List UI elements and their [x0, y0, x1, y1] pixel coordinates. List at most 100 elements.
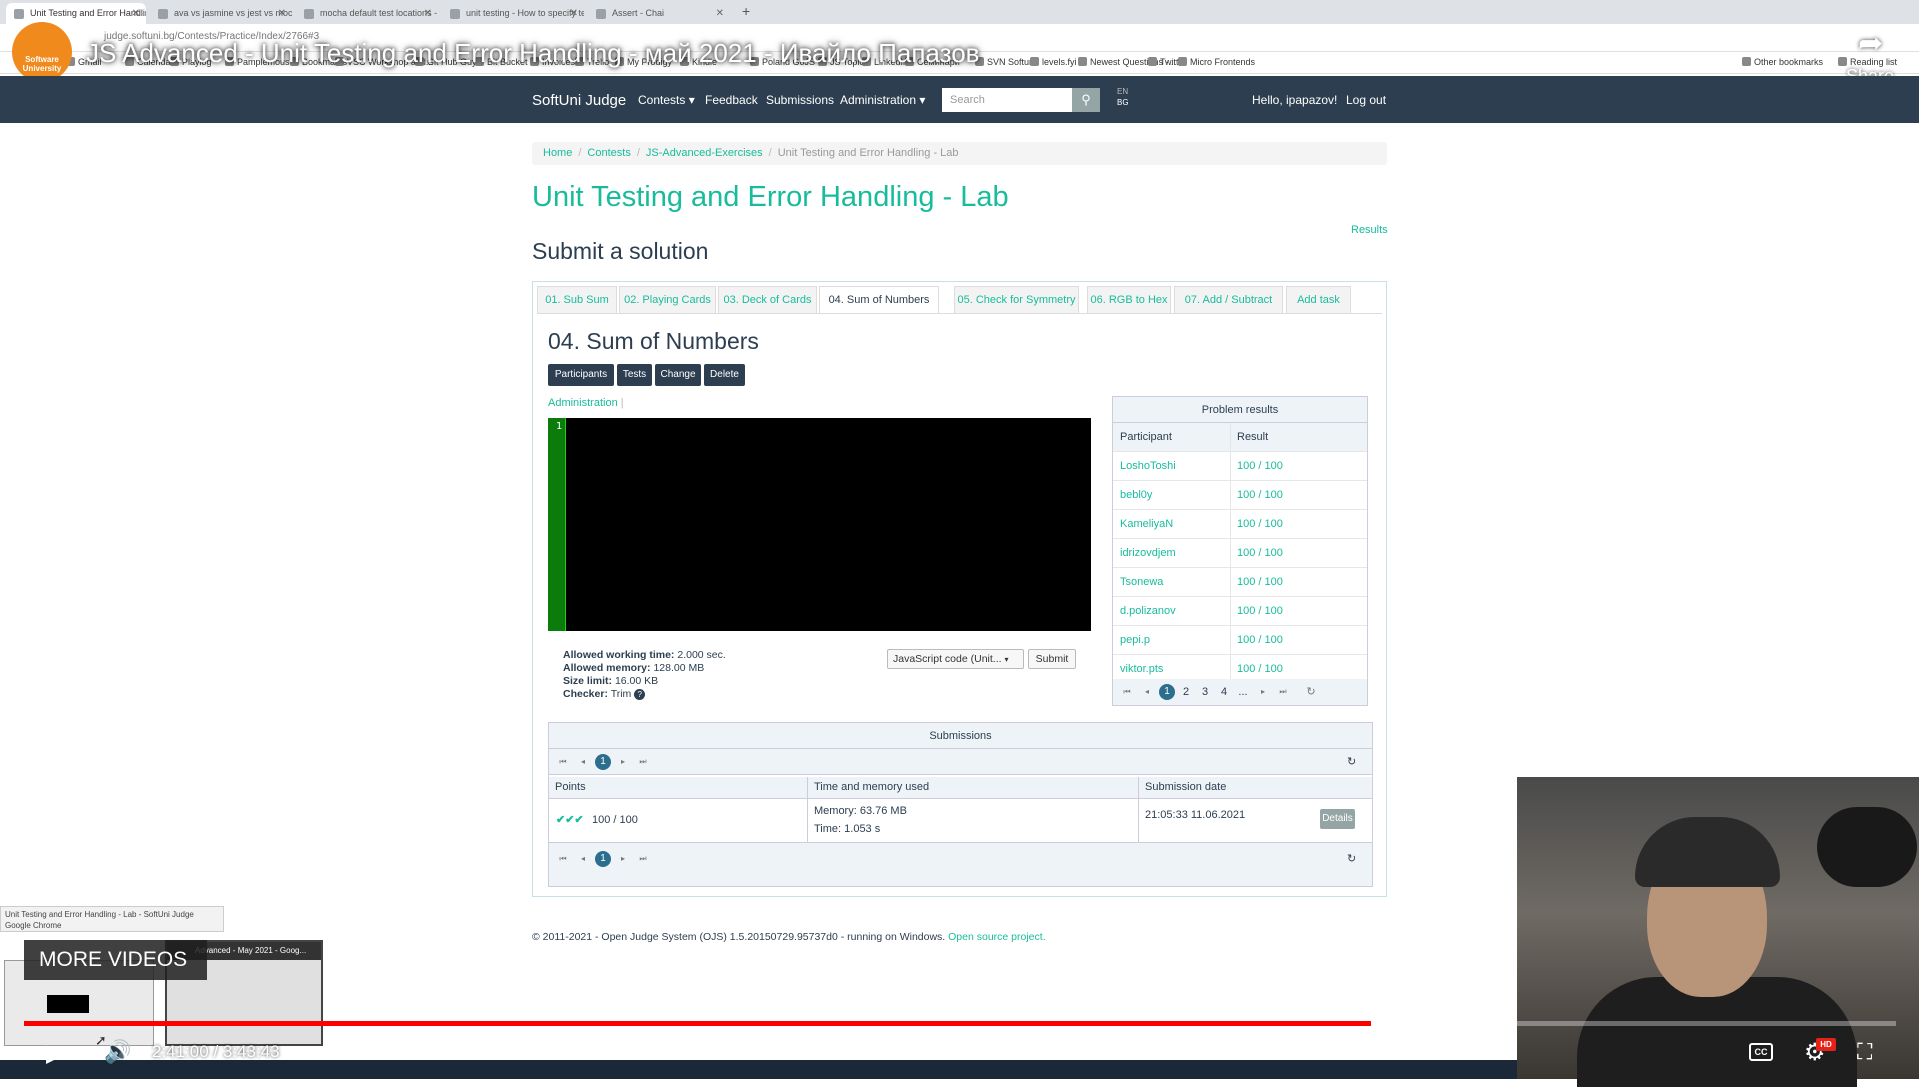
next-page-icon[interactable]: ▸	[615, 754, 631, 770]
language-select[interactable]: JavaScript code (Unit... ▾	[887, 649, 1024, 669]
submission-points: 100 / 100	[592, 814, 638, 826]
page-2[interactable]: 2	[1178, 684, 1194, 700]
search-input[interactable]	[942, 88, 1072, 112]
result-link[interactable]: 100 / 100	[1237, 489, 1283, 501]
page-4[interactable]: 4	[1216, 684, 1232, 700]
participants-button[interactable]: Participants	[548, 364, 614, 386]
lang-bg[interactable]: BG	[1117, 98, 1129, 107]
bookmark-link[interactable]: Other bookmarks	[1742, 57, 1823, 67]
breadcrumb-home[interactable]: Home	[543, 147, 572, 159]
table-row: bebl0y 100 / 100	[1113, 481, 1367, 510]
browser-tab[interactable]: Assert - Chai ✕	[588, 3, 730, 24]
logout-link[interactable]: Log out	[1346, 93, 1386, 107]
next-page-icon[interactable]: ▸	[1255, 684, 1271, 700]
first-page-icon[interactable]: ⏮	[555, 754, 571, 770]
result-link[interactable]: 100 / 100	[1237, 605, 1283, 617]
participant-link[interactable]: Tsonewa	[1120, 576, 1163, 588]
breadcrumb-contests[interactable]: Contests	[587, 147, 630, 159]
close-icon[interactable]: ✕	[132, 3, 140, 24]
participant-link[interactable]: KameliyaN	[1120, 518, 1173, 530]
participant-link[interactable]: d.polizanov	[1120, 605, 1176, 617]
prev-page-icon[interactable]: ◂	[575, 754, 591, 770]
tab-playing-cards[interactable]: 02. Playing Cards	[619, 286, 716, 313]
details-button[interactable]: Details	[1320, 809, 1355, 829]
administration-link[interactable]: Administration	[548, 397, 624, 409]
result-link[interactable]: 100 / 100	[1237, 663, 1283, 675]
delete-button[interactable]: Delete	[704, 364, 745, 386]
channel-logo[interactable]: Software University	[12, 22, 72, 82]
browser-tab[interactable]: Unit Testing and Error Handling ✕	[6, 3, 146, 24]
search-button[interactable]: ⚲	[1072, 88, 1100, 112]
nav-feedback[interactable]: Feedback	[705, 93, 758, 107]
thumbnail-tooltip: Unit Testing and Error Handling - Lab - …	[0, 906, 224, 932]
participant-link[interactable]: pepi.p	[1120, 634, 1150, 646]
page-ellipsis[interactable]: ...	[1235, 684, 1251, 700]
nav-submissions[interactable]: Submissions	[766, 93, 834, 107]
nav-contests[interactable]: Contests ▾	[638, 93, 695, 107]
code-editor[interactable]: 1	[548, 418, 1091, 631]
tab-deck-of-cards[interactable]: 03. Deck of Cards	[718, 286, 817, 313]
volume-icon[interactable]: 🔊	[104, 1039, 131, 1065]
tab-add-subtract[interactable]: 07. Add / Subtract	[1174, 286, 1283, 313]
nav-administration[interactable]: Administration ▾	[840, 93, 925, 107]
exit-fullscreen-icon[interactable]: ⛶	[1857, 1039, 1872, 1065]
first-page-icon[interactable]: ⏮	[555, 851, 571, 867]
participant-link[interactable]: bebl0y	[1120, 489, 1152, 501]
tab-rgb-to-hex[interactable]: 06. RGB to Hex	[1087, 286, 1171, 313]
browser-tab[interactable]: mocha default test locations - G ✕	[296, 3, 438, 24]
play-icon[interactable]: ▶	[46, 1039, 64, 1068]
user-greeting[interactable]: Hello, ipapazov!	[1252, 93, 1337, 107]
prev-page-icon[interactable]: ◂	[1139, 684, 1155, 700]
refresh-icon[interactable]: ↻	[1303, 684, 1319, 700]
first-page-icon[interactable]: ⏮	[1119, 684, 1135, 700]
tab-sub-sum[interactable]: 01. Sub Sum	[537, 286, 617, 313]
result-link[interactable]: 100 / 100	[1237, 576, 1283, 588]
tests-button[interactable]: Tests	[617, 364, 652, 386]
bookmark-link[interactable]: Micro Frontends	[1178, 57, 1255, 67]
result-link[interactable]: 100 / 100	[1237, 547, 1283, 559]
change-button[interactable]: Change	[655, 364, 701, 386]
last-page-icon[interactable]: ⏭	[1275, 684, 1291, 700]
participant-link[interactable]: viktor.pts	[1120, 663, 1163, 675]
close-icon[interactable]: ✕	[716, 3, 724, 24]
page-1[interactable]: 1	[1159, 684, 1175, 700]
page-1[interactable]: 1	[595, 754, 611, 770]
refresh-icon[interactable]: ↻	[1347, 755, 1356, 768]
breadcrumb-category[interactable]: JS-Advanced-Exercises	[646, 147, 763, 159]
help-icon[interactable]: ?	[634, 689, 646, 700]
tab-add-task[interactable]: Add task	[1286, 286, 1351, 313]
result-link[interactable]: 100 / 100	[1237, 518, 1283, 530]
open-source-link[interactable]: Open source project.	[948, 931, 1045, 943]
next-page-icon[interactable]: ▸	[615, 851, 631, 867]
progress-bar[interactable]	[24, 1021, 1896, 1026]
brand-link[interactable]: SoftUni Judge	[532, 92, 626, 109]
close-icon[interactable]: ✕	[424, 3, 432, 24]
more-videos-label[interactable]: MORE VIDEOS	[24, 940, 207, 980]
result-link[interactable]: 100 / 100	[1237, 634, 1283, 646]
last-page-icon[interactable]: ⏭	[635, 754, 651, 770]
close-icon[interactable]: ✕	[570, 3, 578, 24]
video-title[interactable]: JS Advanced - Unit Testing and Error Han…	[86, 38, 979, 69]
submit-button[interactable]: Submit	[1028, 649, 1076, 669]
last-page-icon[interactable]: ⏭	[635, 851, 651, 867]
lang-en[interactable]: EN	[1117, 87, 1128, 96]
browser-tab[interactable]: unit testing - How to specify tes ✕	[442, 3, 584, 24]
prev-page-icon[interactable]: ◂	[575, 851, 591, 867]
tab-check-for-symmetry[interactable]: 05. Check for Symmetry	[954, 286, 1079, 313]
page-3[interactable]: 3	[1197, 684, 1213, 700]
bookmark-link[interactable]: levels.fyi	[1030, 57, 1077, 67]
page-1[interactable]: 1	[595, 851, 611, 867]
participant-link[interactable]: LoshoToshi	[1120, 460, 1176, 472]
participant-link[interactable]: idrizovdjem	[1120, 547, 1176, 559]
new-tab-icon[interactable]: +	[742, 3, 750, 19]
problem-results-panel: Problem results Participant Result LoshoT…	[1112, 396, 1368, 706]
result-link[interactable]: 100 / 100	[1237, 460, 1283, 472]
bookmark-link[interactable]: SVN Softuni	[975, 57, 1036, 67]
share-icon[interactable]: ➦	[1858, 26, 1883, 61]
close-icon[interactable]: ✕	[278, 3, 286, 24]
browser-tab[interactable]: ava vs jasmine vs jest vs mocha ✕	[150, 3, 292, 24]
tab-sum-of-numbers[interactable]: 04. Sum of Numbers	[819, 286, 939, 313]
results-link[interactable]: Results	[1351, 224, 1388, 236]
captions-button[interactable]: CC	[1749, 1043, 1773, 1061]
refresh-icon[interactable]: ↻	[1347, 852, 1356, 865]
